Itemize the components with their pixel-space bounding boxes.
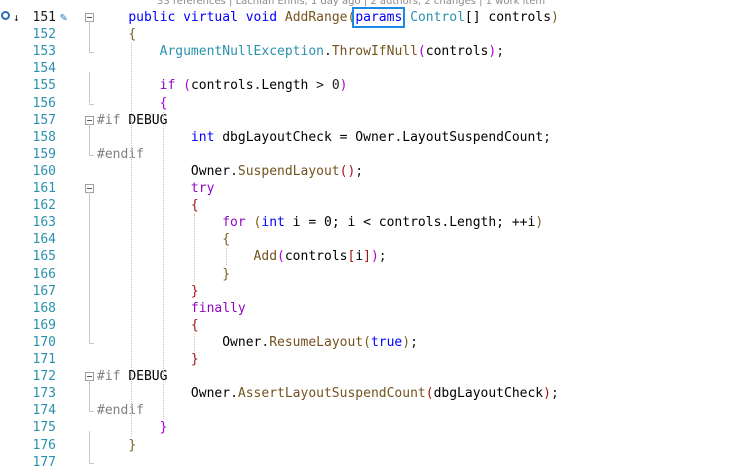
line-number: 161: [32, 181, 56, 196]
code-line[interactable]: 153 ArgumentNullException.ThrowIfNull(co…: [0, 43, 748, 60]
code-line[interactable]: 170 Owner.ResumeLayout(true);: [0, 334, 748, 351]
code-text: #endif: [97, 146, 144, 162]
code-line[interactable]: 169 {: [0, 317, 748, 334]
line-number: 155: [32, 78, 56, 94]
code-text: Add(controls[i]);: [253, 249, 387, 265]
down-arrow-icon[interactable]: ↓: [13, 9, 20, 26]
line-number: 167: [32, 283, 56, 299]
line-number: 163: [32, 215, 56, 231]
paintbrush-icon[interactable]: ✎: [60, 9, 67, 26]
line-number: 170: [32, 334, 56, 350]
outline-line: [89, 380, 90, 412]
code-line[interactable]: 172 #if DEBUG: [0, 368, 748, 385]
code-line[interactable]: 175 }: [0, 419, 748, 436]
line-number: 162: [32, 198, 56, 214]
line-number: 165: [32, 249, 56, 265]
outline-line: [89, 431, 90, 463]
line-number: 159: [32, 146, 56, 162]
code-text: }: [190, 352, 199, 367]
codelens-info[interactable]: 33 references | Lachlan Ennis, 1 day ago…: [157, 0, 545, 9]
code-text: if (controls.Length > 0): [159, 78, 348, 94]
outline-end: [89, 154, 94, 156]
code-text: }: [190, 283, 199, 299]
highlighted-keyword[interactable]: params: [352, 7, 406, 28]
code-line[interactable]: 152 {: [0, 26, 748, 43]
code-line[interactable]: 162 {: [0, 197, 748, 214]
code-text: Owner.ResumeLayout(true);: [222, 334, 418, 350]
line-number: 158: [32, 129, 56, 145]
code-text: public virtual void AddRange(params Cont…: [128, 7, 559, 28]
line-number: 168: [32, 300, 56, 316]
code-line[interactable]: 174 #endif: [0, 402, 748, 419]
indent-guide: [194, 333, 196, 351]
code-text: finally: [190, 300, 246, 316]
line-number: 176: [32, 437, 56, 453]
outline-end: [89, 52, 94, 54]
line-number: 157: [32, 112, 56, 128]
line-number: 169: [32, 317, 56, 333]
outline-end: [89, 103, 94, 105]
code-line[interactable]: 165 Add(controls[i]);: [0, 248, 748, 265]
code-text: #endif: [97, 403, 144, 419]
code-line[interactable]: 156 {: [0, 95, 748, 112]
code-line[interactable]: 171 }: [0, 351, 748, 368]
outline-line: [89, 192, 90, 343]
code-line[interactable]: 173 Owner.AssertLayoutSuspendCount(dbgLa…: [0, 385, 748, 402]
line-number: 153: [32, 44, 56, 60]
line-number: 166: [32, 266, 56, 282]
code-text: ArgumentNullException.ThrowIfNull(contro…: [159, 44, 505, 60]
code-line[interactable]: 176 }: [0, 437, 748, 454]
line-number: 172: [32, 369, 56, 385]
code-line[interactable]: 157 #if DEBUG: [0, 112, 748, 129]
code-line[interactable]: 163 for (int i = 0; i < controls.Length;…: [0, 214, 748, 231]
code-line[interactable]: 159 #endif: [0, 146, 748, 163]
indent-guide: [162, 111, 164, 420]
code-text: }: [128, 437, 137, 453]
line-number: 177: [32, 454, 56, 470]
code-line[interactable]: 154: [0, 60, 748, 77]
outline-line: [89, 21, 90, 53]
code-line[interactable]: 166 }: [0, 266, 748, 283]
line-number: 174: [32, 403, 56, 419]
indent-guide: [131, 43, 133, 437]
line-number: 171: [32, 352, 56, 367]
code-text: int dbgLayoutCheck = Owner.LayoutSuspend…: [190, 129, 551, 145]
line-number: 156: [32, 95, 56, 111]
outline-end: [89, 342, 94, 344]
code-text: try: [190, 181, 215, 196]
code-line[interactable]: 161 try: [0, 180, 748, 197]
line-number: 164: [32, 232, 56, 248]
code-editor[interactable]: { "codelens": {"text": "33 references | …: [0, 0, 748, 470]
indent-guide: [225, 248, 227, 266]
code-line[interactable]: 168 finally: [0, 300, 748, 317]
line-number: 154: [32, 61, 56, 77]
code-text: {: [190, 317, 199, 333]
code-text: {: [128, 27, 137, 43]
reference-icon[interactable]: [1, 11, 10, 20]
code-text: {: [190, 198, 199, 214]
outline-line: [89, 72, 90, 104]
indent-guide: [194, 214, 196, 283]
line-number: 160: [32, 163, 56, 179]
line-number: 175: [32, 420, 56, 436]
code-line[interactable]: 158 int dbgLayoutCheck = Owner.LayoutSus…: [0, 129, 748, 146]
line-number: 152: [32, 27, 56, 43]
outline-end: [89, 411, 94, 413]
line-number: 151: [32, 10, 56, 25]
code-line[interactable]: 155 if (controls.Length > 0): [0, 77, 748, 94]
code-line[interactable]: 177: [0, 454, 748, 471]
code-text: Owner.AssertLayoutSuspendCount(dbgLayout…: [190, 386, 559, 402]
code-line[interactable]: 167 }: [0, 283, 748, 300]
line-number: 173: [32, 386, 56, 402]
outline-end: [89, 462, 94, 464]
code-line[interactable]: 164 {: [0, 231, 748, 248]
outline-line: [89, 123, 90, 155]
code-line[interactable]: 160 Owner.SuspendLayout();: [0, 163, 748, 180]
code-line[interactable]: ↓ ✎ 151 public virtual void AddRange(param…: [0, 7, 748, 28]
code-text: for (int i = 0; i < controls.Length; ++i…: [222, 215, 544, 231]
code-text: Owner.SuspendLayout();: [190, 163, 364, 179]
